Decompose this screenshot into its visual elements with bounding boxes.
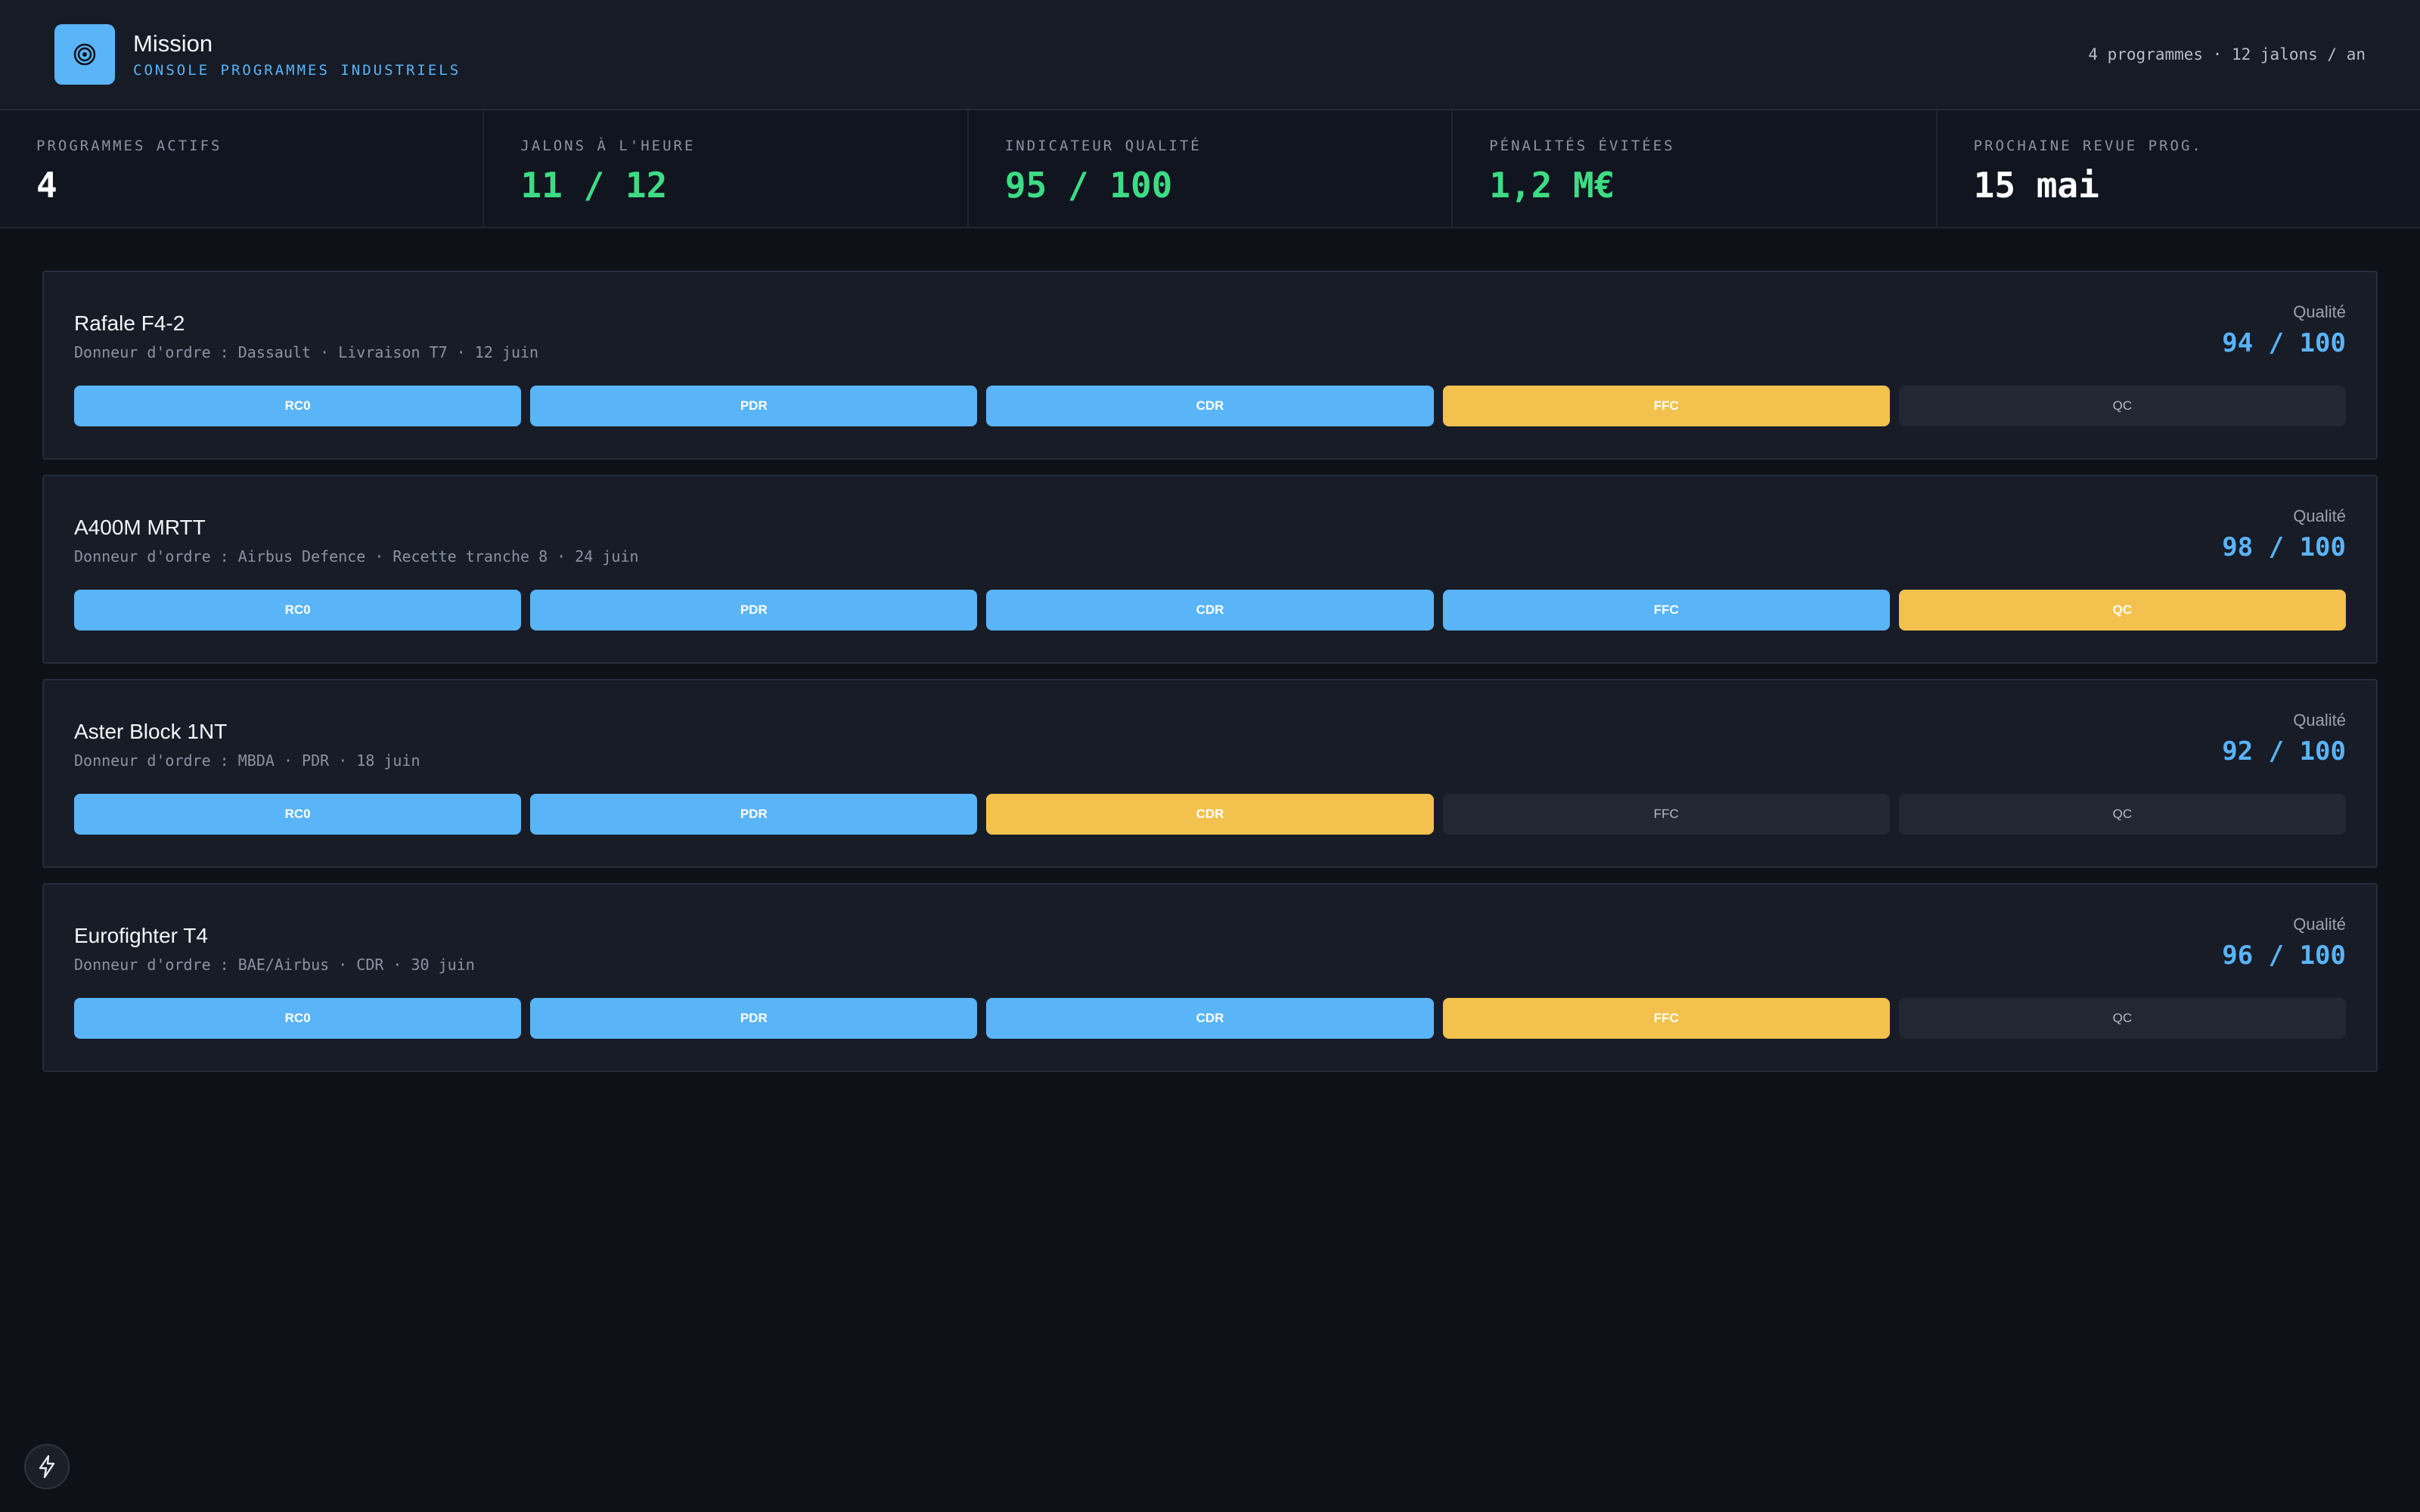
- milestone-qc[interactable]: QC: [1898, 386, 2347, 426]
- kpi-card: PÉNALITÉS ÉVITÉES 1,2 M€: [1453, 110, 1938, 227]
- milestone-pdr[interactable]: PDR: [530, 386, 978, 426]
- kpi-value: 11 / 12: [520, 165, 668, 206]
- program-card[interactable]: Aster Block 1NT Donneur d'ordre : MBDA ·…: [42, 679, 2378, 868]
- program-card[interactable]: A400M MRTT Donneur d'ordre : Airbus Defe…: [42, 475, 2378, 664]
- quality-value: 92 / 100: [2222, 736, 2346, 767]
- kpi-value: 15 mai: [1973, 165, 2099, 206]
- milestone-track: RC0 PDR CDR FFC QC: [74, 590, 2347, 631]
- milestone-track: RC0 PDR CDR FFC QC: [74, 386, 2347, 426]
- quality-value: 94 / 100: [2222, 328, 2346, 358]
- program-list: Rafale F4-2 Donneur d'ordre : Dassault ·…: [0, 228, 2420, 1072]
- quality-value: 98 / 100: [2222, 532, 2346, 562]
- app-subtitle: CONSOLE PROGRAMMES INDUSTRIELS: [133, 62, 461, 79]
- kpi-label: PROCHAINE REVUE PROG.: [1973, 138, 2203, 154]
- milestone-track: RC0 PDR CDR FFC QC: [74, 794, 2347, 835]
- program-name: Eurofighter T4: [74, 924, 208, 947]
- quality-label: Qualité: [2293, 915, 2346, 934]
- target-icon: [54, 24, 115, 85]
- milestone-cdr[interactable]: CDR: [986, 794, 1434, 835]
- program-name: Rafale F4-2: [74, 311, 185, 335]
- milestone-pdr[interactable]: PDR: [530, 590, 978, 631]
- kpi-strip: PROGRAMMES ACTIFS 4 JALONS À L'HEURE 11 …: [0, 110, 2420, 228]
- program-subtitle: Donneur d'ordre : MBDA · PDR · 18 juin: [74, 751, 420, 770]
- kpi-card: PROCHAINE REVUE PROG. 15 mai: [1938, 110, 2420, 227]
- kpi-value: 95 / 100: [1004, 165, 1173, 206]
- milestone-qc[interactable]: QC: [1898, 794, 2347, 835]
- milestone-rc0[interactable]: RC0: [74, 794, 522, 835]
- program-subtitle: Donneur d'ordre : BAE/Airbus · CDR · 30 …: [74, 956, 475, 974]
- brand: Mission CONSOLE PROGRAMMES INDUSTRIELS: [54, 24, 461, 85]
- milestone-ffc[interactable]: FFC: [1442, 590, 1890, 631]
- quality-block: Qualité 98 / 100: [2222, 507, 2346, 562]
- milestone-pdr[interactable]: PDR: [530, 998, 978, 1039]
- program-card[interactable]: Eurofighter T4 Donneur d'ordre : BAE/Air…: [42, 883, 2378, 1072]
- kpi-label: PROGRAMMES ACTIFS: [36, 138, 222, 154]
- kpi-card: INDICATEUR QUALITÉ 95 / 100: [969, 110, 1454, 227]
- milestone-cdr[interactable]: CDR: [986, 386, 1434, 426]
- milestone-rc0[interactable]: RC0: [74, 998, 522, 1039]
- program-subtitle: Donneur d'ordre : Dassault · Livraison T…: [74, 343, 539, 361]
- milestone-ffc[interactable]: FFC: [1442, 794, 1890, 835]
- kpi-label: INDICATEUR QUALITÉ: [1004, 138, 1202, 154]
- program-name: A400M MRTT: [74, 516, 206, 539]
- kpi-value: 4: [36, 165, 57, 206]
- quality-label: Qualité: [2293, 302, 2346, 321]
- program-subtitle: Donneur d'ordre : Airbus Defence · Recet…: [74, 547, 639, 565]
- milestone-qc[interactable]: QC: [1898, 998, 2347, 1039]
- quality-label: Qualité: [2293, 507, 2346, 525]
- app-header: Mission CONSOLE PROGRAMMES INDUSTRIELS 4…: [0, 0, 2420, 110]
- lightning-icon[interactable]: [24, 1444, 70, 1489]
- program-name: Aster Block 1NT: [74, 720, 228, 743]
- kpi-label: JALONS À L'HEURE: [520, 138, 696, 154]
- milestone-cdr[interactable]: CDR: [986, 998, 1434, 1039]
- milestone-rc0[interactable]: RC0: [74, 590, 522, 631]
- quality-value: 96 / 100: [2222, 940, 2346, 971]
- milestone-ffc[interactable]: FFC: [1442, 386, 1890, 426]
- kpi-card: PROGRAMMES ACTIFS 4: [0, 110, 485, 227]
- program-card[interactable]: Rafale F4-2 Donneur d'ordre : Dassault ·…: [42, 271, 2378, 460]
- quality-block: Qualité 92 / 100: [2222, 711, 2346, 767]
- milestone-rc0[interactable]: RC0: [74, 386, 522, 426]
- header-meta: 4 programmes · 12 jalons / an: [2088, 45, 2366, 64]
- kpi-card: JALONS À L'HEURE 11 / 12: [484, 110, 969, 227]
- milestone-cdr[interactable]: CDR: [986, 590, 1434, 631]
- quality-label: Qualité: [2293, 711, 2346, 730]
- kpi-value: 1,2 M€: [1489, 165, 1615, 206]
- app-title: Mission: [133, 30, 213, 57]
- milestone-track: RC0 PDR CDR FFC QC: [74, 998, 2347, 1039]
- quality-block: Qualité 94 / 100: [2222, 302, 2346, 358]
- kpi-label: PÉNALITÉS ÉVITÉES: [1489, 138, 1675, 154]
- milestone-pdr[interactable]: PDR: [530, 794, 978, 835]
- quality-block: Qualité 96 / 100: [2222, 915, 2346, 971]
- milestone-ffc[interactable]: FFC: [1442, 998, 1890, 1039]
- milestone-qc[interactable]: QC: [1898, 590, 2347, 631]
